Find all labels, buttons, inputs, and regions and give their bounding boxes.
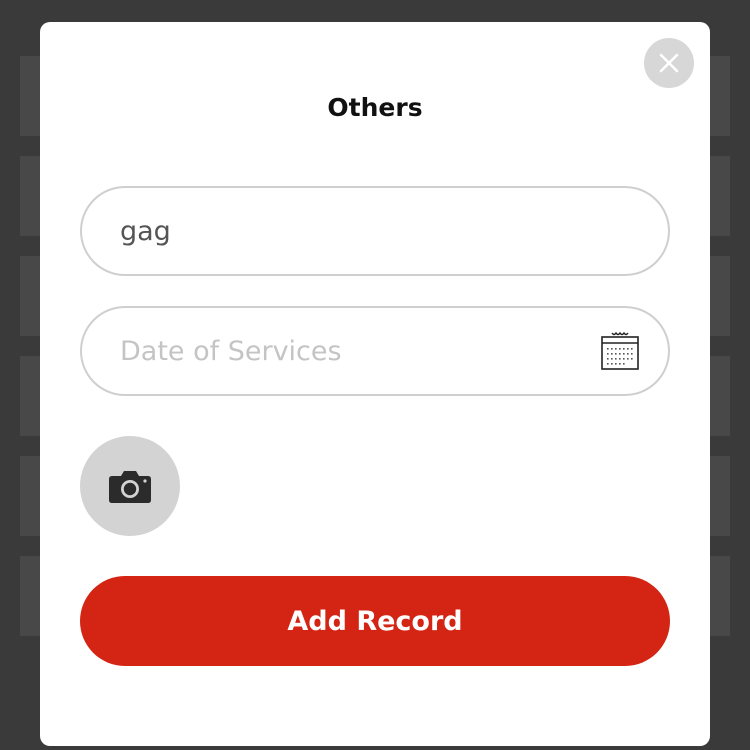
date-of-services-field[interactable] [80,306,670,396]
camera-icon [109,471,151,503]
name-field[interactable] [80,186,670,276]
close-icon [659,53,679,73]
calendar-icon[interactable] [600,331,640,371]
add-record-button[interactable]: Add Record [80,576,670,666]
date-input[interactable] [120,335,630,367]
screen: Others gag Date of Services Add Record [0,0,750,750]
add-record-dialog: Others gag Date of Services Add Record [40,22,710,746]
name-input[interactable] [120,215,630,247]
close-button[interactable] [644,38,694,88]
add-photo-button[interactable] [80,436,180,536]
dialog-title: Others [327,93,423,122]
